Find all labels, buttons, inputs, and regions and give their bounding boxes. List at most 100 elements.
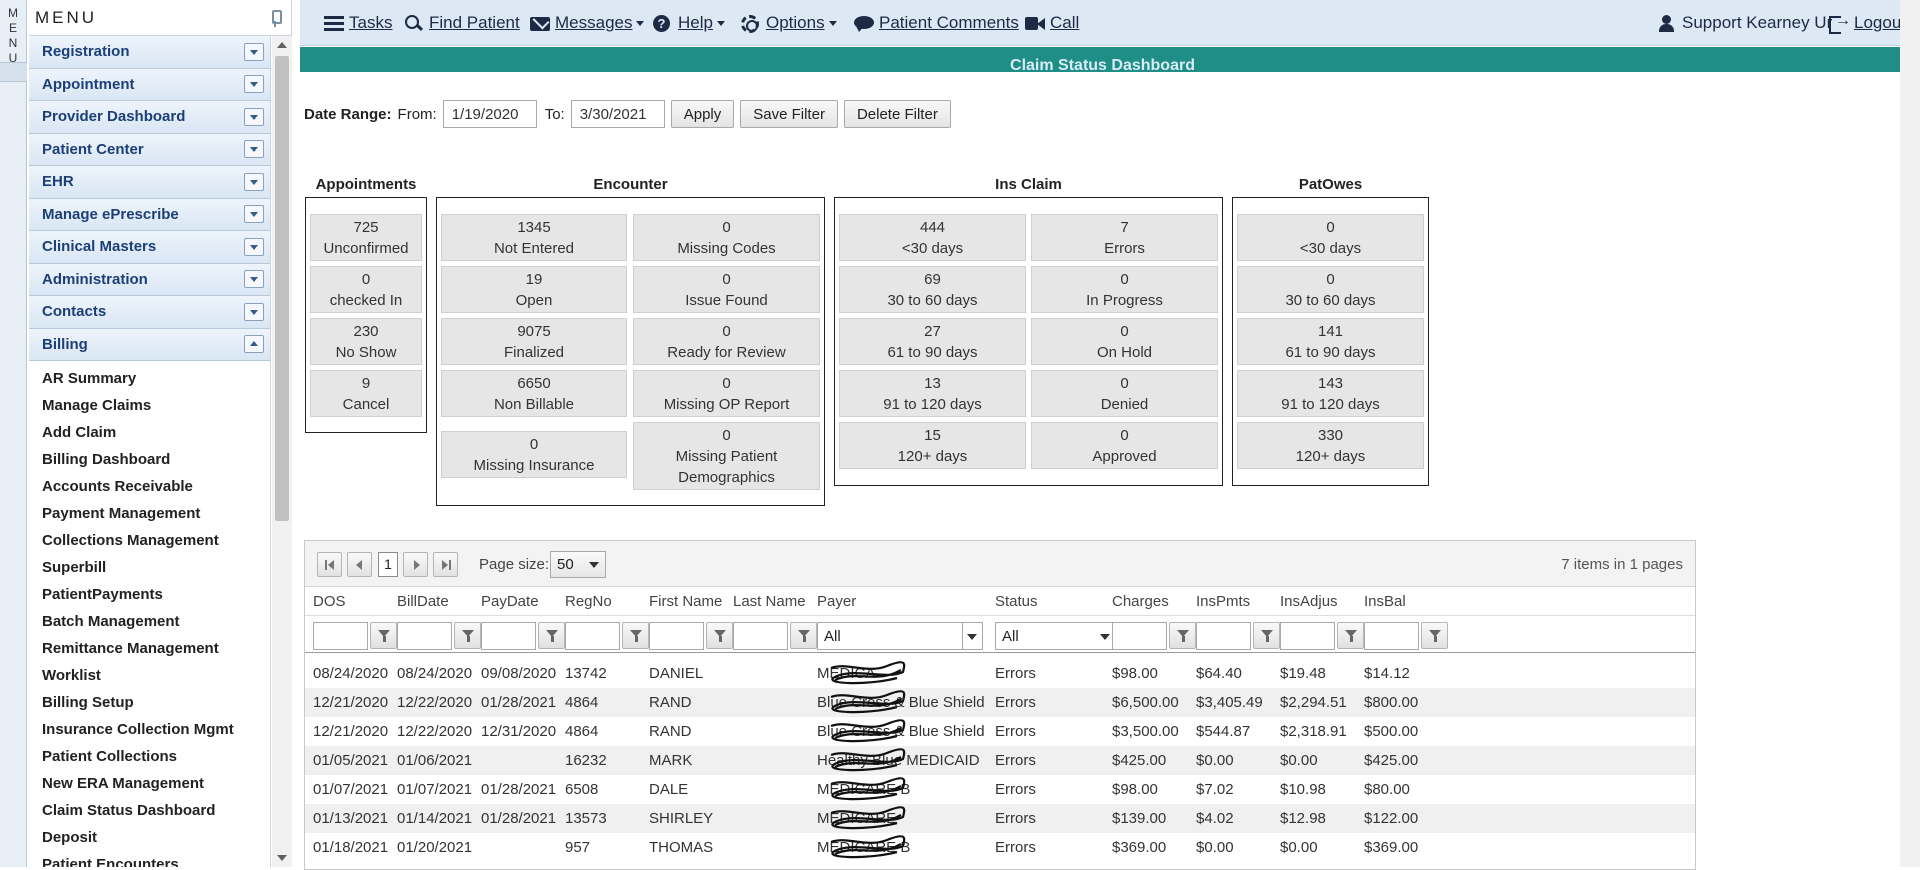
chevron-down-icon[interactable]	[244, 172, 264, 191]
table-row[interactable]: 08/24/2020 08/24/2020 09/08/2020 13742 DANIE…	[305, 659, 1695, 688]
help-menu[interactable]: Help	[653, 13, 725, 33]
filter-payer-select[interactable]: All	[817, 622, 983, 650]
filter-first-name-input[interactable]	[649, 622, 704, 650]
stat-pat-120plus[interactable]: 330 120+ days	[1237, 422, 1424, 469]
filter-icon[interactable]	[1169, 622, 1196, 649]
chevron-down-icon[interactable]	[244, 205, 264, 224]
menu-collapse-strip[interactable]: MENU	[0, 0, 27, 867]
col-charges[interactable]: Charges	[1112, 593, 1169, 610]
stat-errors[interactable]: 7 Errors	[1031, 214, 1218, 261]
messages-menu[interactable]: Messages	[530, 13, 645, 33]
submenu-deposit[interactable]: Deposit	[29, 824, 270, 851]
sidebar-item-administration[interactable]: Administration	[29, 263, 270, 296]
filter-paydate-input[interactable]	[481, 622, 536, 650]
filter-icon[interactable]	[370, 622, 397, 649]
stat-issue-found[interactable]: 0 Issue Found	[633, 266, 820, 313]
user-menu[interactable]: Support Kearney Ur	[1657, 13, 1832, 33]
stat-pat-91-120[interactable]: 143 91 to 120 days	[1237, 370, 1424, 417]
sidebar-item-appointment[interactable]: Appointment	[29, 68, 270, 101]
next-page-icon[interactable]	[403, 552, 428, 577]
stat-open[interactable]: 19 Open	[441, 266, 627, 313]
stat-no-show[interactable]: 230 No Show	[310, 318, 422, 365]
sidebar-item-patient-center[interactable]: Patient Center	[29, 133, 270, 166]
stat-ins-30-60[interactable]: 69 30 to 60 days	[839, 266, 1026, 313]
stat-non-billable[interactable]: 6650 Non Billable	[441, 370, 627, 417]
col-insadjus[interactable]: InsAdjus	[1280, 593, 1338, 610]
table-row[interactable]: 12/21/2020 12/22/2020 12/31/2020 4864 RAND Bl…	[305, 717, 1695, 746]
col-first-name[interactable]: First Name	[649, 593, 722, 610]
scroll-up-icon[interactable]	[277, 42, 287, 48]
filter-status-select[interactable]: All	[995, 622, 1119, 650]
chevron-down-icon[interactable]	[244, 270, 264, 289]
submenu-billing-setup[interactable]: Billing Setup	[29, 689, 270, 716]
submenu-collections-management[interactable]: Collections Management	[29, 527, 270, 554]
table-row[interactable]: 01/13/2021 01/14/2021 01/28/2021 13573 SHIRL…	[305, 804, 1695, 833]
sidebar-item-contacts[interactable]: Contacts	[29, 296, 270, 329]
delete-filter-button[interactable]: Delete Filter	[843, 100, 951, 128]
chevron-down-icon[interactable]	[244, 140, 264, 159]
filter-icon[interactable]	[454, 622, 481, 649]
stat-pat-30-60[interactable]: 0 30 to 60 days	[1237, 266, 1424, 313]
filter-icon[interactable]	[790, 622, 817, 649]
submenu-add-claim[interactable]: Add Claim	[29, 419, 270, 446]
stat-pat-61-90[interactable]: 141 61 to 90 days	[1237, 318, 1424, 365]
scroll-thumb[interactable]	[275, 56, 289, 521]
chevron-down-icon[interactable]	[244, 237, 264, 256]
stat-ins-lt30[interactable]: 444 <30 days	[839, 214, 1026, 261]
submenu-claim-status-dashboard[interactable]: Claim Status Dashboard	[29, 797, 270, 824]
main-scrollbar[interactable]	[1900, 0, 1920, 867]
sidebar-item-provider-dashboard[interactable]: Provider Dashboard	[29, 101, 270, 134]
filter-icon[interactable]	[538, 622, 565, 649]
col-billdate[interactable]: BillDate	[397, 593, 449, 610]
filter-insadjus-input[interactable]	[1280, 622, 1335, 650]
filter-dos-input[interactable]	[313, 622, 368, 650]
stat-missing-insurance[interactable]: 0 Missing Insurance	[441, 431, 627, 478]
sidebar-scrollbar[interactable]	[272, 36, 292, 867]
filter-last-name-input[interactable]	[733, 622, 788, 650]
stat-ins-91-120[interactable]: 13 91 to 120 days	[839, 370, 1026, 417]
first-page-icon[interactable]	[317, 552, 342, 577]
submenu-patient-payments[interactable]: PatientPayments	[29, 581, 270, 608]
submenu-batch-management[interactable]: Batch Management	[29, 608, 270, 635]
col-dos[interactable]: DOS	[313, 593, 346, 610]
last-page-icon[interactable]	[433, 552, 458, 577]
filter-icon[interactable]	[1421, 622, 1448, 649]
sidebar-item-clinical-masters[interactable]: Clinical Masters	[29, 231, 270, 264]
stat-missing-patient-demographics[interactable]: 0 Missing Patient Demographics	[633, 422, 820, 490]
sidebar-item-manage-eprescribe[interactable]: Manage ePrescribe	[29, 198, 270, 231]
submenu-superbill[interactable]: Superbill	[29, 554, 270, 581]
chevron-down-icon[interactable]	[244, 42, 264, 61]
stat-on-hold[interactable]: 0 On Hold	[1031, 318, 1218, 365]
submenu-worklist[interactable]: Worklist	[29, 662, 270, 689]
sidebar-item-billing[interactable]: Billing	[29, 328, 270, 361]
apply-button[interactable]: Apply	[670, 100, 735, 128]
submenu-new-era-management[interactable]: New ERA Management	[29, 770, 270, 797]
stat-not-entered[interactable]: 1345 Not Entered	[441, 214, 627, 261]
stat-ins-120plus[interactable]: 15 120+ days	[839, 422, 1026, 469]
prev-page-icon[interactable]	[347, 552, 372, 577]
chevron-up-icon[interactable]	[244, 335, 264, 354]
submenu-billing-dashboard[interactable]: Billing Dashboard	[29, 446, 270, 473]
stat-in-progress[interactable]: 0 In Progress	[1031, 266, 1218, 313]
menu-strip-handle[interactable]	[0, 62, 27, 82]
col-last-name[interactable]: Last Name	[733, 593, 806, 610]
from-date-input[interactable]: 1/19/2020	[442, 100, 537, 128]
filter-icon[interactable]	[1253, 622, 1280, 649]
submenu-accounts-receivable[interactable]: Accounts Receivable	[29, 473, 270, 500]
stat-unconfirmed[interactable]: 725 Unconfirmed	[310, 214, 422, 261]
scroll-down-icon[interactable]	[277, 855, 287, 861]
filter-icon[interactable]	[706, 622, 733, 649]
filter-inspmts-input[interactable]	[1196, 622, 1251, 650]
table-row[interactable]: 12/21/2020 12/22/2020 01/28/2021 4864 RAND Bl…	[305, 688, 1695, 717]
filter-regno-input[interactable]	[565, 622, 620, 650]
submenu-ar-summary[interactable]: AR Summary	[29, 365, 270, 392]
save-filter-button[interactable]: Save Filter	[740, 100, 838, 128]
submenu-patient-collections[interactable]: Patient Collections	[29, 743, 270, 770]
stat-approved[interactable]: 0 Approved	[1031, 422, 1218, 469]
col-status[interactable]: Status	[995, 593, 1038, 610]
filter-icon[interactable]	[1337, 622, 1364, 649]
find-patient-link[interactable]: Find Patient	[404, 13, 520, 33]
stat-ins-61-90[interactable]: 27 61 to 90 days	[839, 318, 1026, 365]
call-link[interactable]: Call	[1025, 13, 1079, 33]
table-row[interactable]: 01/18/2021 01/20/2021 957 THOMAS MEDICARE BE…	[305, 833, 1695, 862]
